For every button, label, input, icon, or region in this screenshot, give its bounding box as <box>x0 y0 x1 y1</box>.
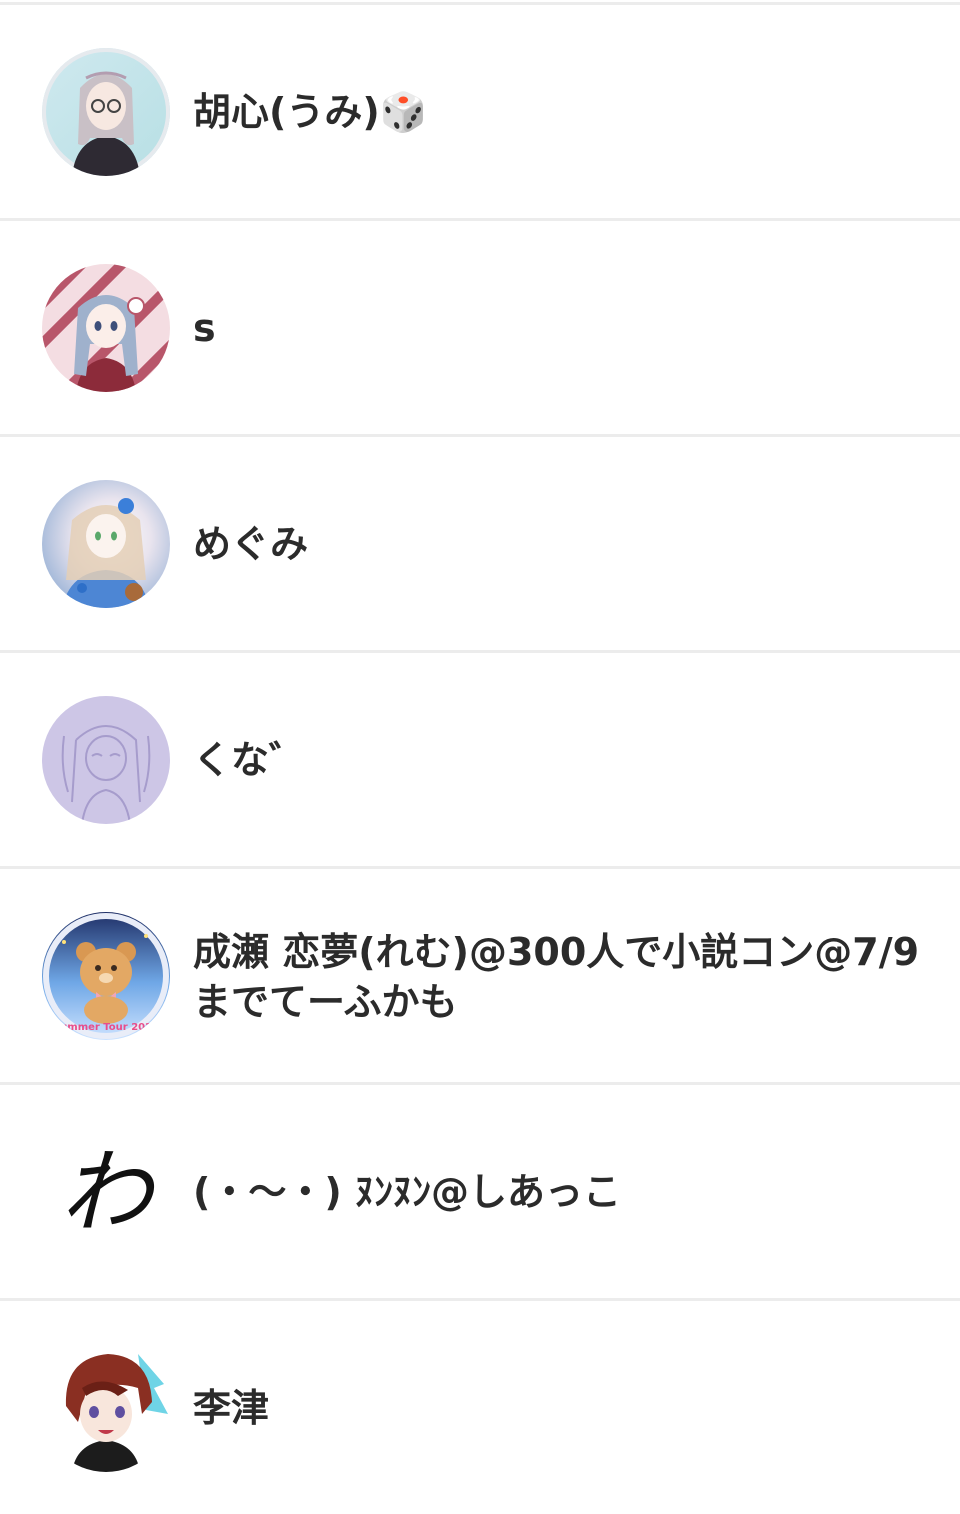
divider <box>0 218 960 221</box>
user-name: 李津 <box>193 1386 270 1430</box>
badge-text: Summer Tour 2023 <box>53 1022 159 1033</box>
avatar-glyph: わ <box>60 1139 157 1246</box>
avatar-girl-striped[interactable] <box>42 264 170 392</box>
user-name: s <box>193 306 216 350</box>
user-row[interactable]: 胡心(うみ)🎲 <box>0 6 960 218</box>
user-row[interactable]: 李津 <box>0 1302 960 1514</box>
user-row[interactable]: Summer Tour 2023 成瀬 恋夢(れむ)@300人で小説コン@7/9… <box>0 870 960 1082</box>
avatar-handwritten-wa[interactable]: わ <box>42 1128 170 1256</box>
divider <box>0 866 960 869</box>
avatar-girl-sketch[interactable] <box>42 696 170 824</box>
user-row[interactable]: s <box>0 222 960 434</box>
user-name: くな゛ <box>193 738 308 782</box>
divider <box>0 2 960 5</box>
divider <box>0 1298 960 1301</box>
user-name: めぐみ <box>193 522 309 566</box>
divider <box>0 650 960 653</box>
avatar-bear-summer-tour[interactable]: Summer Tour 2023 <box>42 912 170 1040</box>
user-row[interactable]: くな゛ <box>0 654 960 866</box>
user-name: (・～・) ﾇﾝﾇﾝ@しあっこ <box>193 1170 621 1214</box>
avatar-girl-glasses[interactable] <box>42 48 170 176</box>
user-name: 胡心(うみ)🎲 <box>193 90 428 134</box>
avatar-boy-red-hair[interactable] <box>42 1344 170 1472</box>
avatar-girl-blue-dress[interactable] <box>42 480 170 608</box>
divider <box>0 434 960 437</box>
user-name: 成瀬 恋夢(れむ)@300人で小説コン@7/9までてーふかも <box>193 930 920 1024</box>
user-row[interactable]: めぐみ <box>0 438 960 650</box>
user-list: 胡心(うみ)🎲 s めぐみ くな゛ Summer Tour 2023 成瀬 恋夢… <box>0 0 960 1496</box>
divider <box>0 1082 960 1085</box>
user-row[interactable]: わ (・～・) ﾇﾝﾇﾝ@しあっこ <box>0 1086 960 1298</box>
